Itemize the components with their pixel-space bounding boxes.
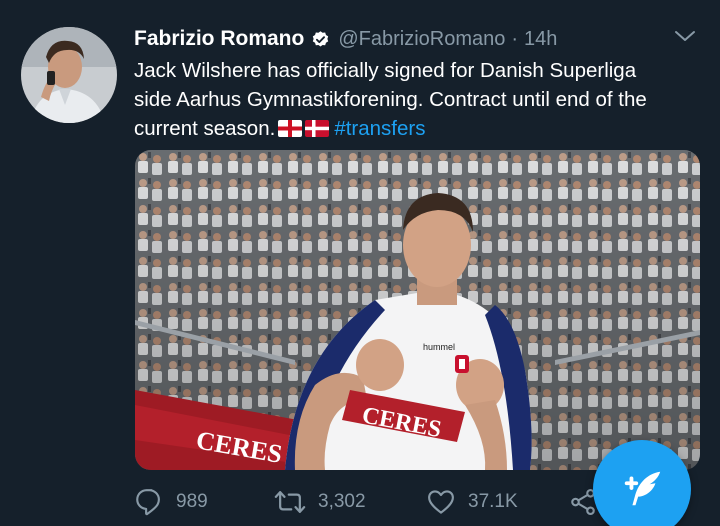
heart-icon [428,490,454,514]
tweet-header: Fabrizio Romano @FabrizioRomano · 14h [134,26,557,52]
shirt-brand-text: hummel [423,342,455,352]
tweet-text-line-3-text: current season. [134,117,276,140]
tweet-text-line-3: current season. #transfers [134,114,704,143]
like-button[interactable]: 37.1K [426,485,518,519]
retweet-count: 3,302 [318,491,366,512]
reply-button[interactable]: 989 [134,485,208,519]
reply-count: 989 [176,491,208,512]
avatar[interactable] [21,27,117,123]
denmark-flag-icon [305,120,330,137]
reply-icon [136,489,160,516]
tweet-photo[interactable]: CERES CERES hummel [135,150,700,470]
tweet-text-line-1: Jack Wilshere has officially signed for … [134,59,637,82]
author-name[interactable]: Fabrizio Romano [134,27,304,51]
tweet-text: Jack Wilshere has officially signed for … [134,56,704,143]
like-count: 37.1K [468,491,518,512]
chevron-down-icon[interactable] [673,28,697,44]
tweet-card[interactable]: Fabrizio Romano @FabrizioRomano · 14h Ja… [0,0,720,526]
tweet-text-line-2: side Aarhus Gymnastikforening. Contract … [134,88,647,111]
england-flag-icon [278,120,303,137]
author-handle[interactable]: @FabrizioRomano [338,28,505,51]
hashtag-link[interactable]: #transfers [334,117,425,140]
verified-badge-icon [311,30,330,49]
compose-tweet-icon [624,471,661,506]
retweet-button[interactable]: 3,302 [274,485,366,519]
separator-dot: · [511,27,519,50]
tweet-timestamp[interactable]: 14h [524,28,557,51]
retweet-icon [274,491,306,513]
